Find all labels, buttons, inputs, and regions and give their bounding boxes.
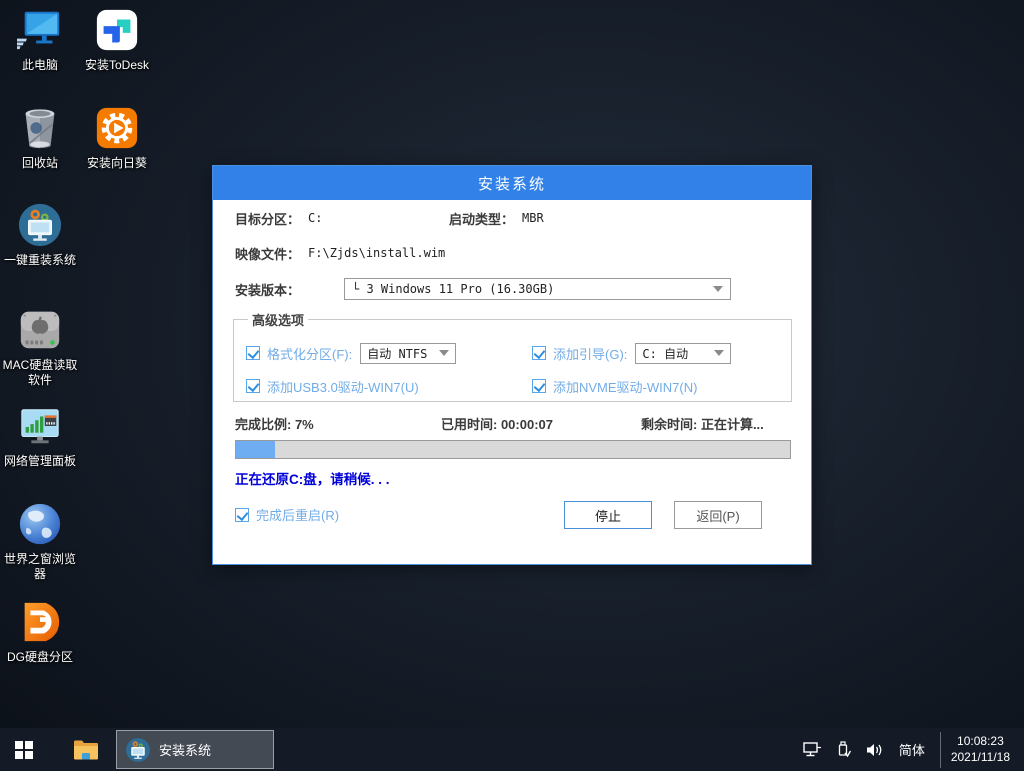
desktop-icon-label: 世界之窗浏览器 [2, 552, 78, 582]
clock-time: 10:08:23 [951, 734, 1010, 750]
advanced-row-1: 格式化分区(F): 自动 NTFS 添加引导(G): C: 自动 [246, 338, 779, 368]
taskbar: 安装系统 简体 10:08:23 2021/11/18 [0, 728, 1024, 771]
boot-type-label: 启动类型： [449, 209, 514, 228]
mac-disk-icon [16, 306, 64, 354]
taskbar-task-install-system[interactable]: 安装系统 [116, 730, 274, 769]
format-partition-value: 自动 NTFS [367, 345, 427, 362]
desktop-icon-browser[interactable]: 世界之窗浏览器 [2, 500, 78, 582]
nvme-driver-label: 添加NVME驱动-WIN7(N) [553, 377, 697, 396]
desktop-icon-reinstall-system[interactable]: 一键重装系统 [2, 201, 78, 268]
target-partition-value: C: [308, 211, 322, 225]
start-button[interactable] [0, 728, 48, 771]
back-button[interactable]: 返回(P) [674, 501, 762, 529]
this-pc-icon [16, 6, 64, 54]
desktop-icon-label: 回收站 [22, 156, 58, 171]
dialog-body: 目标分区： C: 启动类型： MBR 映像文件： F:\Zjds\install… [213, 200, 811, 565]
install-version-row: 安装版本： [235, 278, 300, 300]
browser-icon [16, 500, 64, 548]
dg-partition-icon [16, 598, 64, 646]
network-panel-icon [16, 402, 64, 450]
volume-tray-icon[interactable] [866, 742, 884, 758]
chevron-down-icon [713, 286, 723, 292]
desktop-icon-label: DG硬盘分区 [7, 650, 73, 665]
windows-logo-icon [15, 741, 33, 759]
dialog-title: 安装系统 [478, 173, 546, 194]
network-tray-icon[interactable] [803, 742, 822, 758]
format-partition-checkbox[interactable] [246, 346, 260, 360]
progress-percent-label: 完成比例: 7% [235, 414, 441, 433]
install-system-task-icon [125, 737, 151, 763]
target-partition-row: 目标分区： C: [235, 208, 322, 228]
usb3-driver-label: 添加USB3.0驱动-WIN7(U) [267, 377, 419, 396]
desktop-icon-recycle-bin[interactable]: 回收站 [2, 104, 78, 171]
task-button-label: 安装系统 [159, 740, 211, 759]
reboot-label: 完成后重启(R) [256, 505, 339, 524]
usb3-driver-checkbox[interactable] [246, 379, 260, 393]
install-version-select[interactable]: └ 3 Windows 11 Pro (16.30GB) [344, 278, 731, 300]
file-explorer-button[interactable] [66, 728, 106, 771]
desktop-icon-dg-partition[interactable]: DG硬盘分区 [2, 598, 78, 665]
add-boot-checkbox[interactable] [532, 346, 546, 360]
input-method-indicator[interactable]: 简体 [899, 740, 925, 759]
clock-date: 2021/11/18 [951, 750, 1010, 766]
elapsed-time-label: 已用时间: 00:00:07 [441, 414, 641, 433]
target-partition-label: 目标分区： [235, 209, 300, 228]
add-boot-value: C: 自动 [642, 345, 688, 362]
reboot-after-finish: 完成后重启(R) [235, 505, 339, 524]
image-file-label: 映像文件： [235, 244, 300, 263]
desktop-icon-label: 安装向日葵 [87, 156, 147, 171]
desktop-icon-label: 此电脑 [22, 58, 58, 73]
install-system-dialog: 安装系统 目标分区： C: 启动类型： MBR 映像文件： F:\Zjds\in… [212, 165, 812, 565]
desktop-icon-label: 安装ToDesk [85, 58, 149, 73]
install-version-label: 安装版本： [235, 280, 300, 299]
image-file-value: F:\Zjds\install.wim [308, 246, 445, 260]
add-boot-select[interactable]: C: 自动 [635, 343, 731, 364]
chevron-down-icon [439, 350, 449, 356]
install-version-value: └ 3 Windows 11 Pro (16.30GB) [352, 282, 554, 296]
desktop-icon-sunflower[interactable]: 安装向日葵 [79, 104, 155, 171]
reinstall-system-icon [16, 201, 64, 249]
format-partition-select[interactable]: 自动 NTFS [360, 343, 456, 364]
system-tray: 简体 10:08:23 2021/11/18 [803, 728, 1024, 771]
desktop-icon-label: MAC硬盘读取软件 [2, 358, 78, 388]
desktop-icon-todesk[interactable]: 安装ToDesk [79, 6, 155, 73]
desktop-icon-network-panel[interactable]: 网络管理面板 [2, 402, 78, 469]
chevron-down-icon [714, 350, 724, 356]
usb-tray-icon[interactable] [837, 741, 851, 758]
image-file-row: 映像文件： F:\Zjds\install.wim [235, 243, 445, 263]
reboot-checkbox[interactable] [235, 508, 249, 522]
desktop-icon-mac-disk[interactable]: MAC硬盘读取软件 [2, 306, 78, 388]
boot-type-value: MBR [522, 211, 544, 225]
stop-button[interactable]: 停止 [564, 501, 652, 529]
advanced-options-group: 高级选项 格式化分区(F): 自动 NTFS 添加引导(G): C: 自动 [233, 310, 792, 402]
taskbar-clock[interactable]: 10:08:23 2021/11/18 [940, 732, 1016, 768]
desktop-icon-label: 一键重装系统 [4, 253, 76, 268]
desktop-icon-label: 网络管理面板 [4, 454, 76, 469]
format-partition-label: 格式化分区(F): [267, 344, 352, 363]
remaining-time-label: 剩余时间: 正在计算... [641, 414, 764, 433]
nvme-driver-checkbox[interactable] [532, 379, 546, 393]
dialog-title-bar[interactable]: 安装系统 [213, 166, 811, 200]
status-text: 正在还原C:盘，请稍候. . . [235, 468, 390, 488]
recycle-bin-icon [16, 104, 64, 152]
advanced-options-title: 高级选项 [248, 310, 308, 329]
folder-icon [73, 739, 99, 761]
desktop-icon-this-pc[interactable]: 此电脑 [2, 6, 78, 73]
add-boot-label: 添加引导(G): [553, 344, 627, 363]
todesk-icon [93, 6, 141, 54]
progress-bar [235, 440, 791, 459]
advanced-row-2: 添加USB3.0驱动-WIN7(U) 添加NVME驱动-WIN7(N) [246, 371, 779, 401]
progress-info-row: 完成比例: 7% 已用时间: 00:00:07 剩余时间: 正在计算... [235, 414, 791, 433]
progress-bar-fill [236, 441, 275, 458]
boot-type-row: 启动类型： MBR [449, 208, 544, 228]
sunflower-icon [93, 104, 141, 152]
